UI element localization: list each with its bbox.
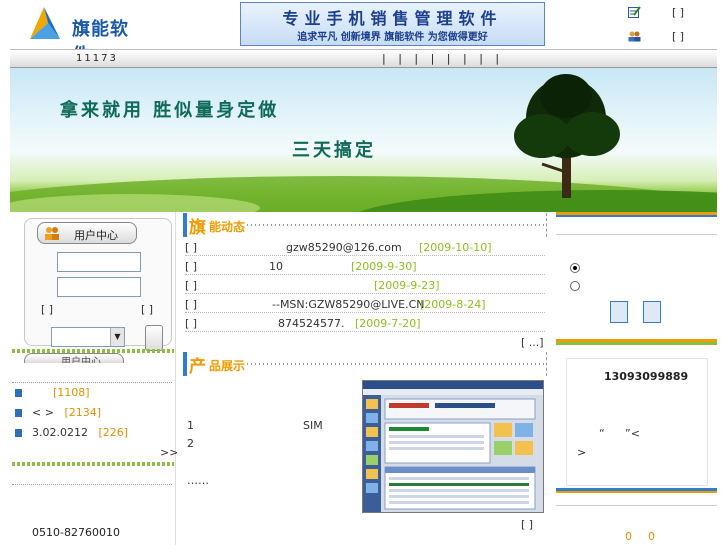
hero-banner: 拿来就用 胜似量身定做 三天搞定: [10, 68, 717, 212]
product-ellipsis: ……: [187, 474, 209, 487]
view-results-button[interactable]: [643, 301, 661, 323]
dynamics-more-link[interactable]: [ ...]: [521, 336, 544, 349]
product-line-1b: SIM: [303, 419, 323, 432]
software-screenshot-image: [363, 381, 543, 512]
user-center-panel: 用户中心 [ ] [ ] ▼: [24, 218, 172, 351]
divider: [12, 462, 174, 466]
product-line-2: 2: [187, 437, 194, 450]
contact-text[interactable]: ”<: [625, 427, 640, 440]
divider: [556, 215, 717, 217]
header-link-2[interactable]: [ ]: [672, 30, 684, 43]
login-button[interactable]: [145, 325, 163, 351]
product-line-1: 1: [187, 419, 194, 432]
vote-button[interactable]: [610, 301, 628, 323]
poll-option-2-radio[interactable]: [570, 281, 580, 291]
banner-title: 专业手机销售管理软件: [282, 9, 503, 28]
dynamics-title-big: 旗: [189, 218, 206, 238]
downloads-more-link[interactable]: >>: [160, 446, 178, 459]
section-dots: [247, 363, 547, 365]
banner: 专业手机销售管理软件 追求平凡 创新境界 旗能软件 为您做得更好: [240, 2, 545, 46]
news-row[interactable]: [ ] [2009-9-23]: [185, 276, 545, 294]
products-title-big: 产: [189, 357, 206, 377]
username-input[interactable]: [57, 252, 141, 272]
nav-bar: 11173 | | | | | | | |: [10, 49, 717, 68]
arrow-icon: [15, 409, 22, 417]
contact-text: “: [599, 427, 605, 440]
users-icon: [45, 227, 59, 240]
products-header: 产 品展示: [183, 352, 549, 378]
forgot-link[interactable]: [ ]: [141, 303, 153, 316]
news-row[interactable]: [ ] --MSN:GZW85290@LIVE.CN [2009-8-24]: [185, 295, 545, 313]
main-column: 旗 能动态 [ ] gzw85290@126.com [2009-10-10] …: [177, 212, 555, 545]
section-bar: [183, 213, 187, 237]
contact-phone: 0510-82760010: [32, 526, 120, 539]
user-center-tab: 用户中心: [37, 222, 137, 244]
poll-option-1-radio[interactable]: [570, 263, 580, 273]
header-link-1[interactable]: [ ]: [672, 6, 684, 19]
divider: [556, 491, 717, 493]
nav-links[interactable]: | | | | | | | |: [382, 52, 499, 65]
qq-number: 13093099889: [604, 370, 689, 383]
contact-text[interactable]: >: [577, 446, 586, 459]
news-row[interactable]: [ ] 10 [2009-9-30]: [185, 257, 545, 275]
download-item[interactable]: < > [2134]: [15, 406, 101, 419]
download-item[interactable]: [1108]: [15, 386, 90, 399]
divider: [12, 382, 172, 383]
password-input[interactable]: [57, 277, 141, 297]
header: 旗能软件 专业手机销售管理软件 追求平凡 创新境界 旗能软件 为您做得更好 [ …: [0, 0, 727, 66]
user-center-title-2: 用户中心: [61, 357, 101, 363]
stat-number-1: 0: [625, 530, 632, 543]
logo[interactable]: 旗能软件: [26, 3, 146, 66]
right-column: 13093099889 “ ”< > 0 0: [556, 212, 717, 545]
user-center-tab-2: 用户中心: [24, 353, 124, 363]
products-more-link[interactable]: [ ]: [521, 518, 533, 531]
section-dots: [247, 224, 547, 226]
arrow-icon: [15, 389, 22, 397]
divider: [556, 342, 717, 345]
left-column: 用户中心 [ ] [ ] ▼ 用户中心 [1108] < > [2134] 3.…: [10, 212, 178, 545]
section-bar: [183, 352, 187, 376]
users-icon[interactable]: [628, 30, 641, 42]
hero-slogan-2: 三天搞定: [292, 140, 376, 161]
banner-subtitle: 追求平凡 创新境界 旗能软件 为您做得更好: [297, 32, 488, 43]
login-type-select[interactable]: ▼: [51, 327, 125, 347]
products-title: 品展示: [209, 359, 246, 373]
chevron-down-icon[interactable]: ▼: [110, 328, 124, 346]
dynamics-header: 旗 能动态: [183, 213, 549, 239]
product-screenshot[interactable]: [362, 380, 544, 513]
register-link[interactable]: [ ]: [41, 303, 53, 316]
news-row[interactable]: [ ] gzw85290@126.com [2009-10-10]: [185, 238, 545, 256]
download-item[interactable]: 3.02.0212 [226]: [15, 426, 128, 439]
section-corner: [541, 352, 547, 376]
arrow-icon: [15, 429, 22, 437]
news-row[interactable]: [ ] 874524577. [2009-7-20]: [185, 314, 545, 332]
stat-number-2: 0: [648, 530, 655, 543]
logo-icon: [30, 7, 60, 39]
nav-number: 11173: [76, 53, 118, 64]
edit-icon[interactable]: [628, 6, 641, 18]
dynamics-title: 能动态: [209, 220, 246, 234]
section-corner: [541, 213, 547, 237]
user-center-title: 用户中心: [74, 229, 118, 242]
divider: [556, 505, 717, 506]
divider: [12, 484, 172, 485]
hero-slogan: 拿来就用 胜似量身定做: [60, 100, 280, 121]
divider: [556, 234, 717, 235]
